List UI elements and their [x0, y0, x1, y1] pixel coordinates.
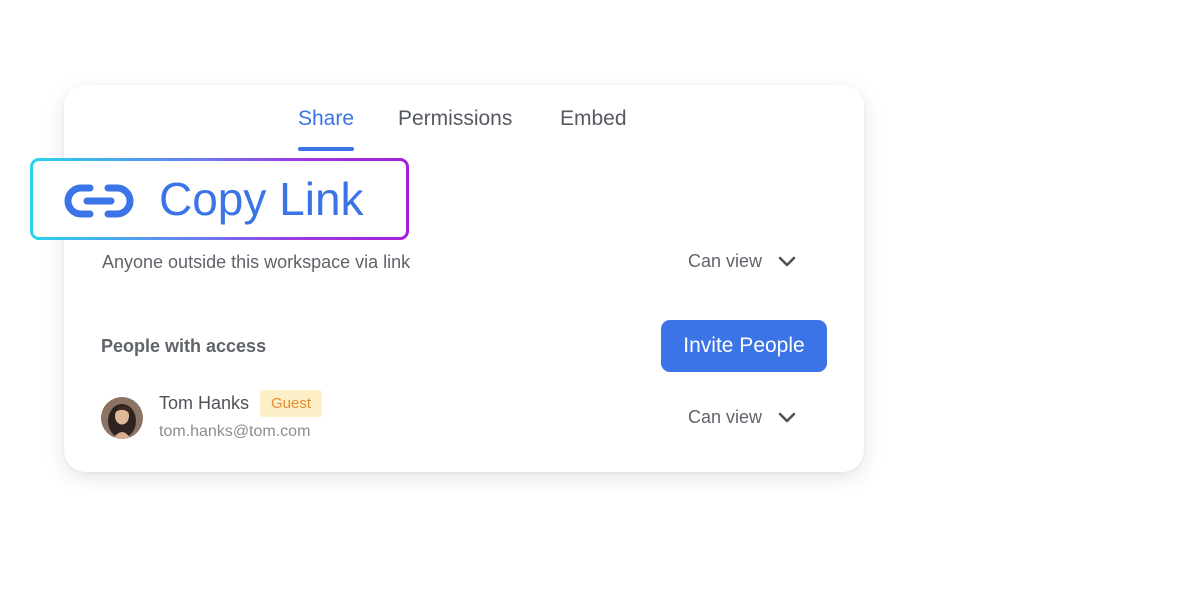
tab-share[interactable]: Share	[298, 107, 355, 153]
tab-share-label: Share	[298, 107, 355, 130]
user-permission-value: Can view	[688, 407, 763, 427]
user-photo	[101, 397, 143, 439]
copy-link-inner: Copy Link	[33, 161, 406, 237]
share-dialog: Share Permissions Embed Anyone outside t…	[64, 85, 864, 472]
user-permission-dropdown[interactable]: Can view	[688, 407, 796, 428]
guest-badge-label: Guest	[271, 395, 312, 412]
chevron-down-icon	[778, 412, 796, 422]
tab-embed[interactable]: Embed	[560, 107, 627, 153]
chevron-down-icon	[778, 256, 796, 266]
active-tab-indicator	[298, 147, 355, 151]
invite-people-button[interactable]: Invite People	[661, 320, 827, 372]
tab-permissions-label: Permissions	[398, 107, 513, 130]
user-email: tom.hanks@tom.com	[159, 423, 311, 440]
guest-badge: Guest	[260, 390, 323, 417]
link-access-description: Anyone outside this workspace via link	[102, 252, 411, 272]
link-icon	[64, 184, 134, 218]
avatar	[101, 397, 143, 439]
link-permission-dropdown[interactable]: Can view	[688, 251, 796, 272]
tab-permissions[interactable]: Permissions	[398, 107, 512, 153]
copy-link-label: Copy Link	[159, 173, 364, 225]
user-name: Tom Hanks	[159, 393, 250, 413]
people-with-access-heading: People with access	[101, 336, 267, 356]
invite-people-label: Invite People	[683, 334, 805, 357]
tab-embed-label: Embed	[560, 107, 627, 130]
link-permission-value: Can view	[688, 251, 763, 271]
copy-link-button[interactable]: Copy Link	[30, 158, 409, 240]
